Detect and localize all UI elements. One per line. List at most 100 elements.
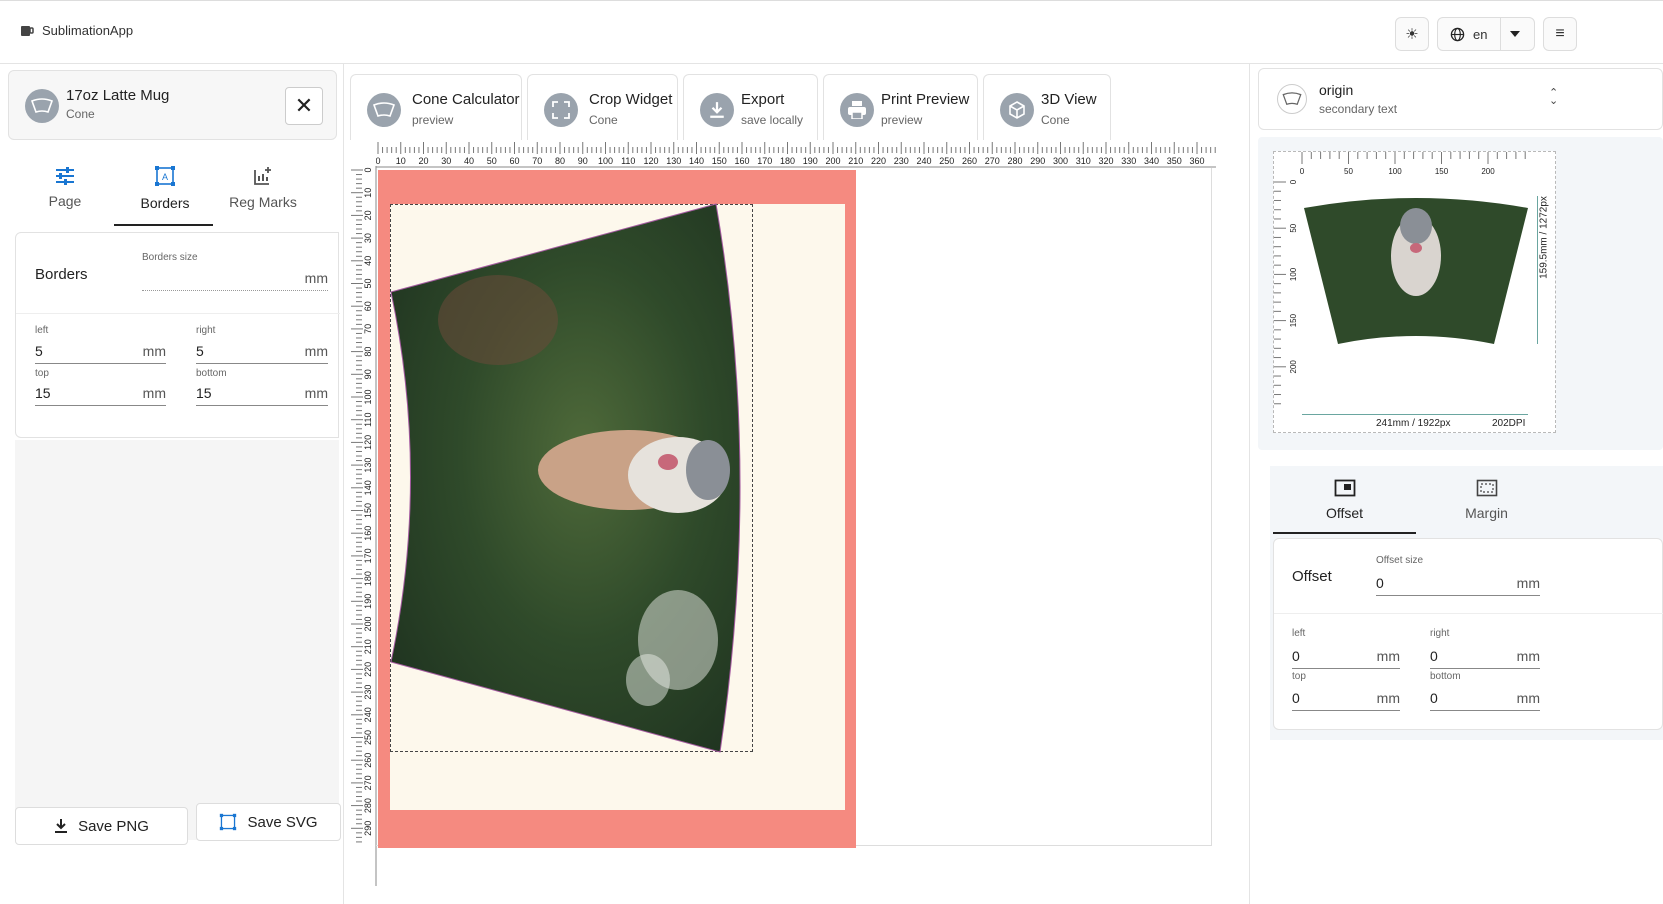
offset-top-input[interactable]: 0 mm: [1292, 685, 1400, 711]
top-label: top: [35, 368, 49, 379]
ruler-label: 140: [689, 156, 704, 166]
unit: mm: [142, 343, 166, 359]
printer-icon: [840, 93, 874, 127]
ruler-label: 120: [643, 156, 658, 166]
tool-title: Crop Widget: [589, 91, 673, 108]
tab-offset[interactable]: Offset: [1273, 466, 1416, 534]
ruler-label: 200: [825, 156, 840, 166]
ruler-label: 70: [363, 324, 373, 334]
value: 0: [1376, 575, 1384, 591]
brand[interactable]: SublimationApp: [20, 23, 133, 38]
borders-heading: Borders: [35, 266, 88, 283]
tool-title: 3D View: [1041, 91, 1097, 108]
value: 15: [35, 385, 51, 401]
divider: [1500, 18, 1501, 50]
horizontal-ruler: 0 10 20 30 40 50 60 70 80 90 100 110 120 130 140 150 160…: [376, 142, 1216, 168]
divider: [16, 313, 340, 314]
app-title: SublimationApp: [42, 23, 134, 38]
left-label: left: [1292, 628, 1306, 639]
border-bottom-input[interactable]: 15 mm: [196, 380, 328, 406]
cone-print-image: [390, 203, 741, 753]
ruler-label: 150: [1435, 167, 1449, 176]
ruler-label: 350: [1167, 156, 1182, 166]
left-panel-filler: [15, 440, 339, 840]
tab-borders[interactable]: A Borders: [113, 150, 217, 226]
close-icon: ✕: [294, 93, 314, 118]
tab-reg-marks[interactable]: Reg Marks: [211, 150, 315, 226]
borders-card: Borders Borders size mm left 5 mm right 5…: [15, 232, 340, 438]
svg-text:A: A: [162, 172, 168, 182]
close-button[interactable]: ✕: [285, 87, 323, 125]
unit: mm: [1376, 648, 1400, 664]
offset-right-input[interactable]: 0 mm: [1430, 643, 1540, 669]
language-select[interactable]: en: [1437, 17, 1535, 51]
origin-subtitle: secondary text: [1319, 102, 1398, 116]
unit: mm: [1516, 648, 1540, 664]
save-png-button[interactable]: Save PNG: [15, 807, 188, 845]
cone-icon: [1277, 84, 1307, 114]
mug-icon: [21, 25, 34, 36]
height-dimension: 159.5mm / 1272px: [1538, 196, 1550, 279]
bottom-label: bottom: [1430, 671, 1461, 682]
offset-icon: [1334, 479, 1355, 497]
tab-margin[interactable]: Margin: [1415, 466, 1558, 534]
panel-divider: [1249, 64, 1250, 904]
preview-cone: [1304, 198, 1528, 344]
ruler-label: 150: [1289, 313, 1298, 327]
value: 5: [35, 343, 43, 359]
offset-size-input[interactable]: 0 mm: [1376, 570, 1540, 596]
menu-button[interactable]: ≡: [1543, 17, 1577, 51]
ruler-label: 290: [1030, 156, 1045, 166]
ruler-label: 130: [363, 458, 373, 473]
tool-export[interactable]: Export save locally: [683, 74, 818, 144]
product-card[interactable]: 17oz Latte Mug Cone ✕: [8, 70, 337, 140]
ruler-label: 180: [363, 571, 373, 586]
ruler-label: 0: [1289, 179, 1298, 184]
unit: mm: [304, 343, 328, 359]
preview-frame: 0 50 100 150 200 0 50 100 150 200 241mm / 1922px …: [1273, 151, 1556, 433]
tool-3d-view[interactable]: 3D View Cone: [983, 74, 1111, 144]
theme-toggle-button[interactable]: ☀: [1395, 17, 1429, 51]
offset-left-input[interactable]: 0 mm: [1292, 643, 1400, 669]
origin-select[interactable]: origin secondary text ⌃ ⌄: [1258, 68, 1663, 130]
ruler-label: 280: [363, 798, 373, 813]
unfold-icon[interactable]: ⌃ ⌄: [1549, 88, 1558, 107]
value: 0: [1430, 648, 1438, 664]
ruler-label: 360: [1189, 156, 1204, 166]
margin-icon: [1476, 479, 1497, 497]
app-bar: SublimationApp ☀ en ≡: [0, 0, 1663, 64]
tool-title: Cone Calculator: [412, 91, 520, 108]
ruler-label: 100: [1388, 167, 1402, 176]
ruler-label: 230: [894, 156, 909, 166]
ruler-label: 150: [712, 156, 727, 166]
unit: mm: [1516, 690, 1540, 706]
save-svg-button[interactable]: Save SVG: [196, 803, 341, 841]
tab-borders-label: Borders: [140, 195, 190, 211]
offset-bottom-input[interactable]: 0 mm: [1430, 685, 1540, 711]
borders-size-field[interactable]: mm: [142, 265, 328, 291]
ruler-label: 240: [363, 707, 373, 722]
ruler-label: 50: [487, 156, 497, 166]
value: 0: [1292, 690, 1300, 706]
ruler-label: 330: [1121, 156, 1136, 166]
ruler-label: 340: [1144, 156, 1159, 166]
chevron-down-icon[interactable]: [1510, 31, 1520, 37]
ruler-label: 100: [363, 389, 373, 404]
border-top-input[interactable]: 15 mm: [35, 380, 166, 406]
tab-margin-label: Margin: [1465, 505, 1508, 521]
width-dimension: 241mm / 1922px: [1376, 418, 1451, 429]
top-label: top: [1292, 671, 1306, 682]
tool-cone-calculator[interactable]: Cone Calculator preview: [350, 74, 522, 144]
border-right-input[interactable]: 5 mm: [196, 338, 328, 364]
border-left-input[interactable]: 5 mm: [35, 338, 166, 364]
width-dimension-line: [1302, 414, 1528, 415]
ruler-label: 30: [441, 156, 451, 166]
tool-crop-widget[interactable]: Crop Widget Cone: [527, 74, 678, 144]
ruler-label: 50: [363, 278, 373, 288]
tool-print-preview[interactable]: Print Preview preview: [823, 74, 978, 144]
tab-page[interactable]: Page: [13, 150, 117, 226]
ruler-label: 100: [1289, 267, 1298, 281]
divider: [1274, 613, 1663, 614]
ruler-label: 80: [555, 156, 565, 166]
ruler-label: 260: [363, 753, 373, 768]
